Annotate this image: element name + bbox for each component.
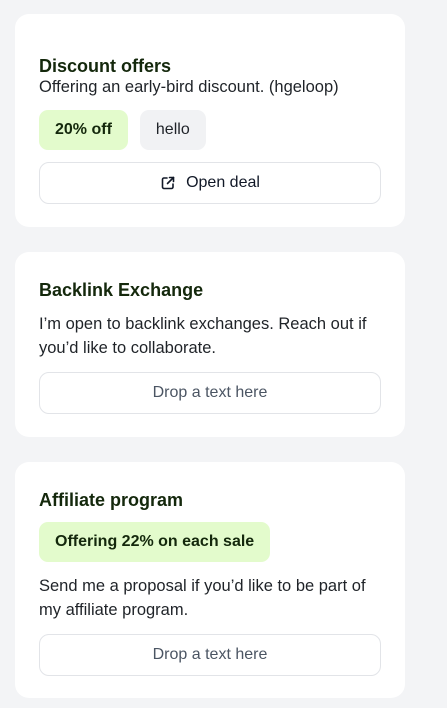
discount-tags: 20% off hello (39, 110, 206, 150)
discount-tag-percent: 20% off (39, 110, 128, 150)
open-deal-label: Open deal (186, 174, 260, 191)
affiliate-drop-text-button[interactable]: Drop a text here (39, 634, 381, 676)
discount-tag-code: hello (139, 110, 206, 150)
affiliate-description-line2: my affiliate program. (39, 601, 189, 619)
discount-offers-card: Discount offers Offering an early-bird d… (15, 14, 405, 227)
backlink-exchange-description-line2: you’d like to collaborate. (39, 339, 217, 357)
external-link-icon (161, 176, 175, 190)
backlink-exchange-description-line1: I’m open to backlink exchanges. Reach ou… (39, 315, 367, 333)
backlink-exchange-card: Backlink Exchange I’m open to backlink e… (15, 252, 405, 437)
affiliate-description-line1: Send me a proposal if you’d like to be p… (39, 577, 366, 595)
open-deal-button[interactable]: Open deal (39, 162, 381, 204)
affiliate-program-card: Affiliate program Offering 22% on each s… (15, 462, 405, 698)
affiliate-program-title: Affiliate program (39, 490, 184, 510)
discount-offers-description: Offering an early-bird discount. (hgeloo… (39, 78, 339, 96)
backlink-drop-text-button[interactable]: Drop a text here (39, 372, 381, 414)
affiliate-commission-tag: Offering 22% on each sale (39, 522, 271, 562)
backlink-exchange-title: Backlink Exchange (39, 280, 204, 300)
discount-offers-title: Discount offers (39, 56, 172, 76)
affiliate-drop-text-label: Drop a text here (152, 646, 268, 663)
backlink-drop-text-label: Drop a text here (152, 384, 268, 401)
